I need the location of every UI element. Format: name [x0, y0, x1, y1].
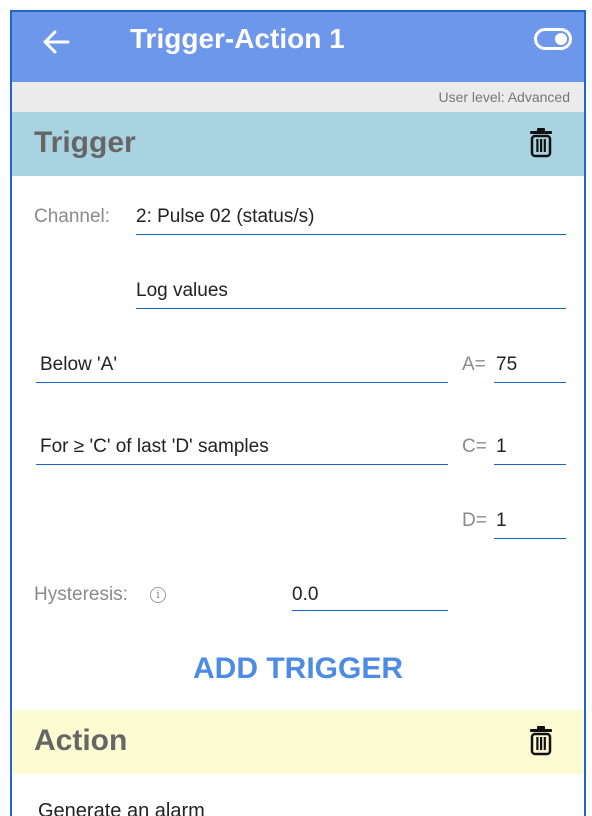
trigger-title: Trigger — [34, 126, 136, 159]
toggle-knob — [555, 33, 567, 45]
c-input[interactable]: 1 — [496, 436, 507, 458]
arrow-left-icon[interactable] — [38, 24, 74, 60]
channel-select[interactable]: 2: Pulse 02 (status/s) — [136, 206, 314, 228]
condition-select[interactable]: Below 'A' — [40, 354, 117, 376]
d-input[interactable]: 1 — [496, 510, 507, 532]
page-title: Trigger-Action 1 — [130, 23, 345, 54]
app-bar: Trigger-Action 1 — [12, 12, 584, 82]
hysteresis-input[interactable]: 0.0 — [292, 584, 318, 606]
hysteresis-label: Hysteresis: — [34, 584, 128, 605]
action-section-header: Action — [12, 710, 584, 774]
a-underline — [494, 382, 566, 383]
c-label: C= — [462, 436, 487, 457]
add-trigger-button[interactable]: ADD TRIGGER — [12, 652, 584, 686]
a-label: A= — [462, 354, 486, 375]
c-underline — [494, 464, 566, 465]
log-values-underline — [136, 308, 566, 309]
info-icon[interactable]: i — [150, 587, 166, 603]
hysteresis-underline — [292, 610, 448, 611]
action-title: Action — [34, 724, 128, 757]
channel-label: Channel: — [34, 206, 111, 227]
d-underline — [494, 538, 566, 539]
user-level-bar: User level: Advanced — [12, 82, 584, 112]
trigger-section-header: Trigger — [12, 112, 584, 176]
screen-frame: Trigger-Action 1 User level: Advanced Tr… — [10, 10, 586, 816]
sample-rule-underline — [36, 464, 448, 465]
trash-icon[interactable] — [528, 128, 554, 158]
user-level-text: User level: Advanced — [438, 89, 570, 105]
action-type-select[interactable]: Generate an alarm — [38, 800, 205, 816]
a-input[interactable]: 75 — [496, 354, 517, 376]
condition-underline — [36, 382, 448, 383]
channel-underline — [136, 234, 566, 235]
sample-rule-select[interactable]: For ≥ 'C' of last 'D' samples — [40, 436, 269, 458]
d-label: D= — [462, 510, 487, 531]
log-values-select[interactable]: Log values — [136, 280, 228, 302]
enable-toggle[interactable] — [534, 28, 572, 50]
trash-icon[interactable] — [528, 726, 554, 756]
